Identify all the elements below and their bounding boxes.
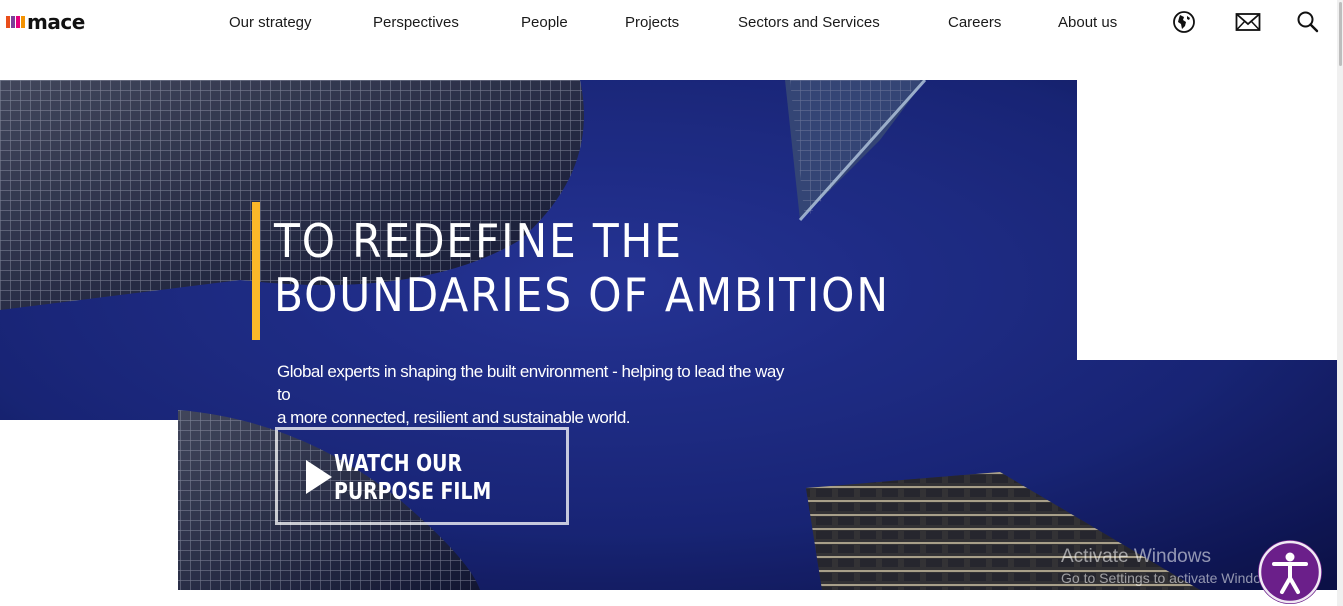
nav-projects[interactable]: Projects: [625, 13, 679, 33]
nav-sectors-and-services[interactable]: Sectors and Services: [738, 13, 880, 33]
accessibility-button[interactable]: [1258, 540, 1322, 604]
scrollbar-thumb[interactable]: [1339, 2, 1342, 66]
logo-bar: [16, 16, 20, 28]
headline-line: BOUNDARIES OF AMBITION: [274, 268, 890, 322]
site-header: mace Our strategy Perspectives People Pr…: [0, 0, 1343, 46]
logo-bars: [6, 16, 25, 28]
headline-accent-bar: [252, 202, 260, 340]
nav-our-strategy[interactable]: Our strategy: [229, 13, 312, 33]
play-icon: [306, 460, 332, 494]
film-label-line: WATCH OUR: [334, 451, 463, 477]
hero-cutout: [0, 420, 178, 590]
page: mace Our strategy Perspectives People Pr…: [0, 0, 1343, 606]
hero-cutout: [1077, 80, 1337, 360]
subtext-line: Global experts in shaping the built envi…: [277, 362, 784, 404]
activate-windows-watermark: Activate Windows Go to Settings to activ…: [1061, 546, 1282, 588]
film-label-line: PURPOSE FILM: [334, 479, 492, 505]
logo-text: mace: [27, 10, 85, 34]
search-icon[interactable]: [1296, 10, 1320, 34]
mail-icon[interactable]: [1235, 10, 1261, 34]
globe-icon[interactable]: [1172, 10, 1196, 34]
logo-bar: [11, 16, 15, 28]
nav-careers[interactable]: Careers: [948, 13, 1001, 33]
hero-banner: [0, 80, 1337, 590]
hero-subtext: Global experts in shaping the built envi…: [277, 360, 797, 429]
watch-purpose-film-button[interactable]: WATCH OUR PURPOSE FILM: [275, 427, 569, 525]
activate-title: Activate Windows: [1061, 546, 1211, 567]
accessibility-icon: [1258, 540, 1322, 604]
film-button-label: WATCH OUR PURPOSE FILM: [334, 450, 531, 506]
logo-bar: [21, 16, 25, 28]
page-scrollbar[interactable]: [1337, 0, 1343, 606]
activate-sub: Go to Settings to activate Windows.: [1061, 570, 1282, 586]
nav-perspectives[interactable]: Perspectives: [373, 13, 459, 33]
logo-bar: [6, 16, 10, 28]
subtext-line: a more connected, resilient and sustaina…: [277, 408, 631, 427]
nav-about-us[interactable]: About us: [1058, 13, 1117, 33]
headline-line: TO REDEFINE THE: [274, 214, 683, 268]
hero-headline: TO REDEFINE THE BOUNDARIES OF AMBITION: [274, 214, 890, 322]
mace-logo[interactable]: mace: [6, 10, 85, 34]
nav-people[interactable]: People: [521, 13, 568, 33]
